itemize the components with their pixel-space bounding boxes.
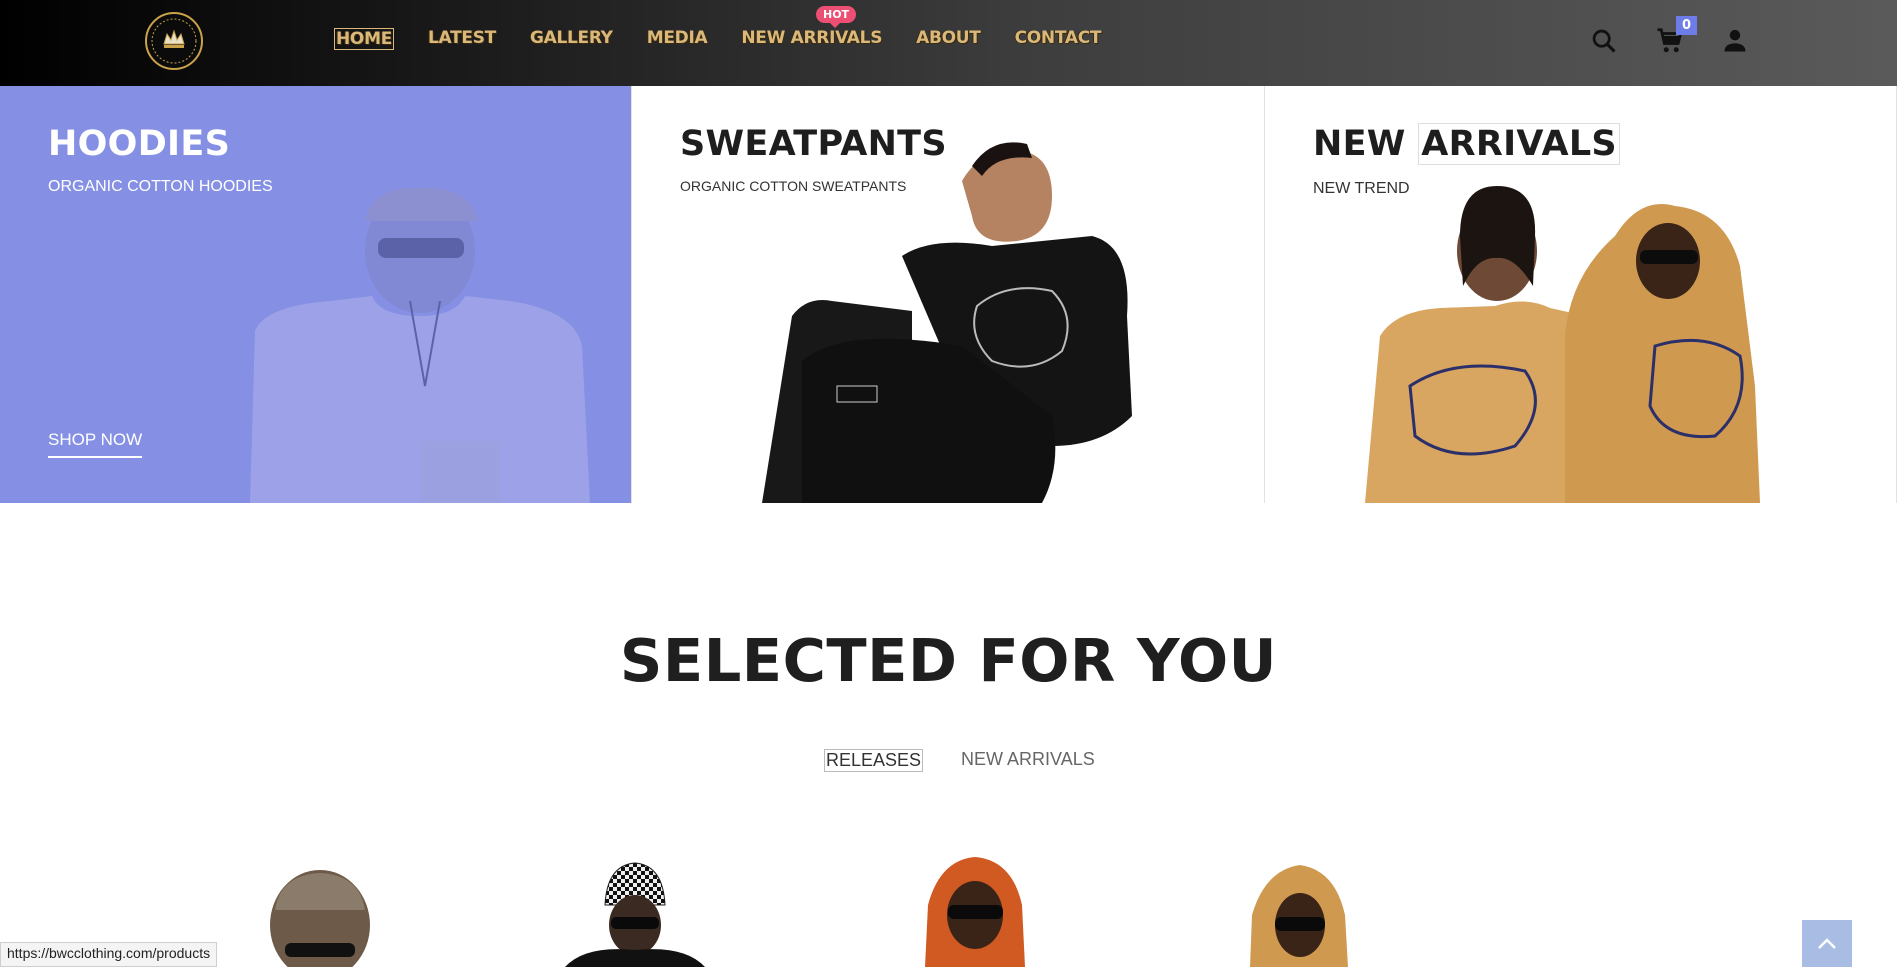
product-image xyxy=(925,857,1025,967)
user-icon[interactable] xyxy=(1719,25,1751,57)
nav-gallery[interactable]: GALLERY xyxy=(530,28,613,50)
nav-latest[interactable]: LATEST xyxy=(428,28,496,50)
banner-new-arrivals[interactable]: NEW ARRIVALS NEW TREND xyxy=(1265,86,1897,503)
status-bar-url: https://bwcclothing.com/products xyxy=(0,942,218,967)
search-icon[interactable] xyxy=(1588,25,1620,57)
product-card[interactable] xyxy=(1230,855,1390,967)
banner-title: HOODIES xyxy=(48,124,231,164)
banner-hoodies[interactable]: HOODIES ORGANIC COTTON HOODIES SHOP NOW xyxy=(0,86,632,503)
brand-logo[interactable] xyxy=(145,12,203,70)
product-tabs: RELEASES NEW ARRIVALS xyxy=(824,749,1095,772)
back-to-top-button[interactable] xyxy=(1802,920,1852,967)
hero-banners: HOODIES ORGANIC COTTON HOODIES SHOP NOW … xyxy=(0,86,1897,503)
nav-media[interactable]: MEDIA xyxy=(647,28,708,50)
banner-subtitle: ORGANIC COTTON HOODIES xyxy=(48,178,273,195)
banner-subtitle: ORGANIC COTTON SWEATPANTS xyxy=(680,178,907,194)
shop-now-link[interactable]: SHOP NOW xyxy=(48,430,143,458)
nav-home[interactable]: HOME xyxy=(334,28,395,50)
product-image xyxy=(1250,865,1348,967)
banner-title-part: NEW xyxy=(1313,124,1406,164)
nav-new-arrivals[interactable]: NEW ARRIVALS xyxy=(741,28,882,50)
banner-title: NEW ARRIVALS xyxy=(1313,123,1620,165)
nav-about[interactable]: ABOUT xyxy=(916,28,981,50)
product-card[interactable] xyxy=(240,855,400,967)
product-card[interactable] xyxy=(900,855,1060,967)
banner-title-part: ARRIVALS xyxy=(1418,123,1620,165)
banner-title: SWEATPANTS xyxy=(680,124,947,164)
main-nav: HOME LATEST GALLERY MEDIA NEW ARRIVALS A… xyxy=(334,28,1135,50)
crown-logo-icon xyxy=(151,18,197,64)
product-card[interactable] xyxy=(545,855,705,967)
chevron-up-icon xyxy=(1818,937,1836,949)
product-image xyxy=(270,870,370,967)
banner-sweatpants[interactable]: SWEATPANTS ORGANIC COTTON SWEATPANTS xyxy=(632,86,1265,503)
nav-contact[interactable]: CONTACT xyxy=(1015,28,1102,50)
site-header: HOME LATEST GALLERY MEDIA NEW ARRIVALS A… xyxy=(0,0,1897,86)
tab-releases[interactable]: RELEASES xyxy=(824,749,924,772)
banner-subtitle: NEW TREND xyxy=(1313,180,1410,197)
cart-count-badge: 0 xyxy=(1676,16,1697,35)
section-title: SELECTED FOR YOU xyxy=(619,626,1278,695)
hot-badge: HOT xyxy=(816,6,857,28)
tab-new-arrivals[interactable]: NEW ARRIVALS xyxy=(961,749,1095,772)
product-image xyxy=(565,862,705,967)
